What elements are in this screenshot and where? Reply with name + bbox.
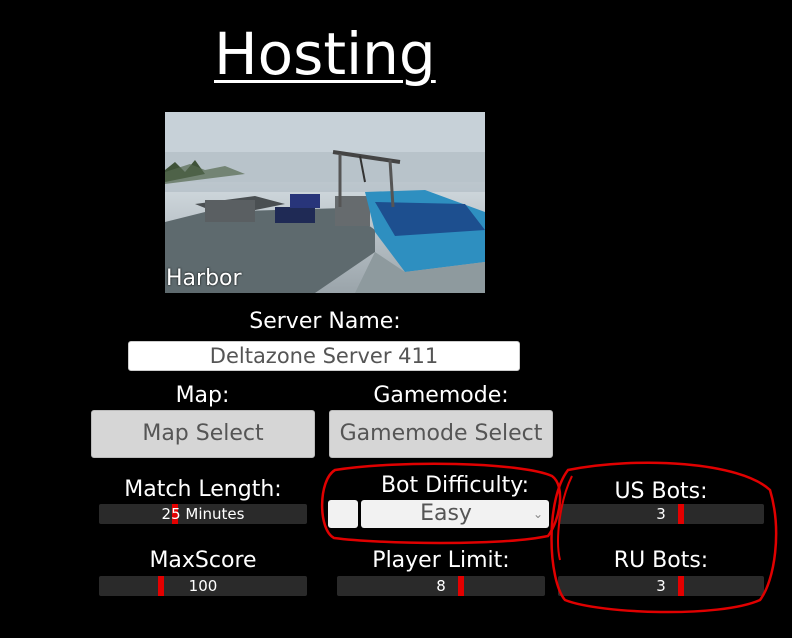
- server-name-input[interactable]: Deltazone Server 411: [128, 341, 520, 371]
- slider-value: 3: [656, 577, 666, 595]
- max-score-label: MaxScore: [149, 548, 257, 573]
- ru-bots-label: RU Bots:: [613, 548, 709, 573]
- map-select-button[interactable]: Map Select: [91, 410, 315, 458]
- slider-value: 100: [188, 577, 218, 595]
- bot-difficulty-label: Bot Difficulty:: [380, 473, 530, 498]
- map-name-caption: Harbor: [166, 266, 242, 291]
- match-length-label: Match Length:: [124, 477, 282, 502]
- dropdown-selected-value: Easy: [420, 501, 472, 526]
- map-preview-image: Harbor: [165, 112, 485, 293]
- bot-difficulty-toggle[interactable]: [328, 500, 358, 528]
- player-limit-label: Player Limit:: [372, 548, 510, 573]
- us-bots-slider[interactable]: 3: [558, 504, 764, 524]
- bot-difficulty-dropdown[interactable]: Easy ⌄: [361, 500, 549, 528]
- slider-value: 25 Minutes: [161, 505, 245, 523]
- us-bots-label: US Bots:: [614, 479, 708, 504]
- match-length-slider[interactable]: 25 Minutes: [99, 504, 307, 524]
- max-score-slider[interactable]: 100: [99, 576, 307, 596]
- slider-value: 3: [656, 505, 666, 523]
- ru-bots-slider[interactable]: 3: [558, 576, 764, 596]
- map-label: Map:: [175, 383, 230, 408]
- player-limit-slider[interactable]: 8: [337, 576, 545, 596]
- page-title: Hosting: [214, 20, 436, 88]
- gamemode-label: Gamemode:: [373, 383, 509, 408]
- gamemode-select-button[interactable]: Gamemode Select: [329, 410, 553, 458]
- server-name-label: Server Name:: [249, 309, 401, 334]
- chevron-down-icon: ⌄: [532, 507, 543, 521]
- slider-value: 8: [436, 577, 446, 595]
